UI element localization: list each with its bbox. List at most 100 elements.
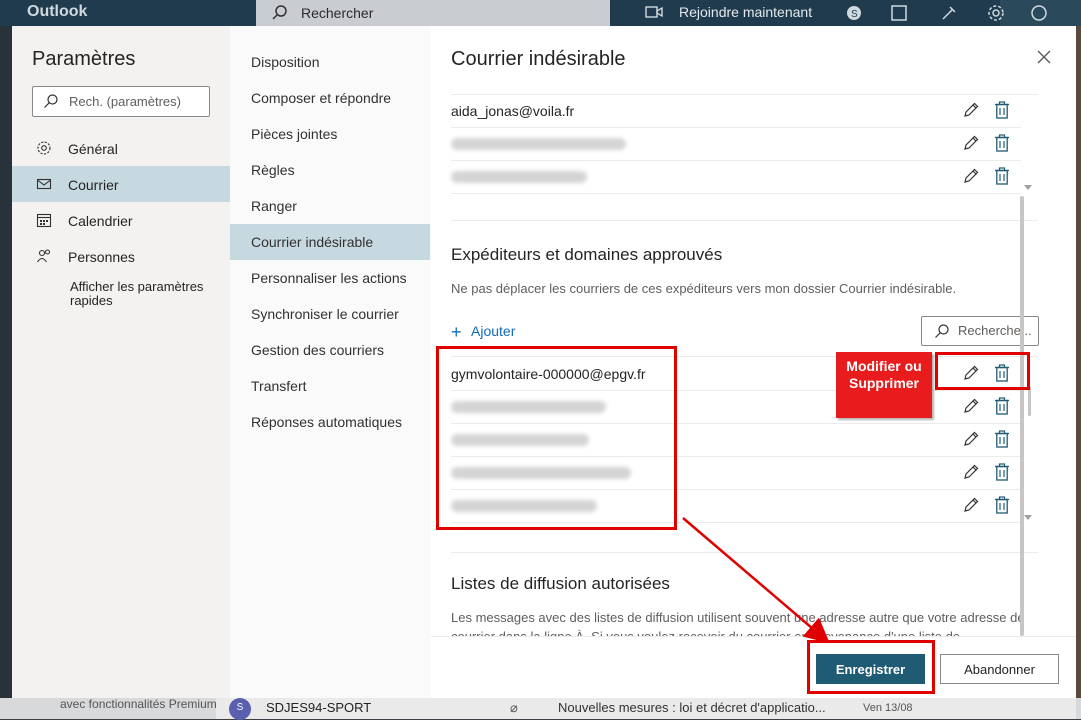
blocked-sender-row — [451, 161, 1021, 194]
approved-senders-title: Expéditeurs et domaines approuvés — [451, 245, 723, 264]
edit-pencil-icon[interactable] — [962, 397, 980, 415]
avatar: S — [229, 698, 251, 720]
trash-icon[interactable] — [994, 397, 1010, 415]
settings-nav-mail[interactable]: Courrier — [12, 166, 230, 202]
settings-nav-people[interactable]: Personnes — [12, 238, 230, 274]
attachment-icon: ⌀ — [510, 700, 518, 715]
office-icon[interactable] — [890, 4, 908, 22]
blurred-email — [451, 138, 626, 150]
background-right-strip — [1076, 26, 1081, 719]
mail-nav-label: Synchroniser le courrier — [251, 306, 399, 322]
footer-divider — [431, 636, 1076, 637]
trash-icon[interactable] — [994, 101, 1010, 119]
mail-nav-item[interactable]: Disposition — [230, 44, 430, 80]
mail-settings-nav: Disposition Composer et répondre Pièces … — [230, 26, 432, 698]
panel-scrollbar[interactable] — [1020, 196, 1024, 636]
app-name: Outlook — [27, 3, 88, 20]
settings-nav-label: Calendrier — [68, 213, 133, 229]
mail-nav-label: Pièces jointes — [251, 126, 338, 142]
trash-icon[interactable] — [994, 134, 1010, 152]
mail-nav-label: Transfert — [251, 378, 307, 394]
help-icon[interactable] — [1030, 4, 1048, 22]
divider — [451, 220, 1038, 221]
mail-nav-item[interactable]: Règles — [230, 152, 430, 188]
trash-icon[interactable] — [994, 167, 1010, 185]
blocked-sender-email: aida_jonas@voila.fr — [451, 103, 575, 119]
annotation-box-email-list — [436, 346, 677, 530]
blocked-sender-row: aida_jonas@voila.fr — [451, 95, 1021, 128]
trash-icon[interactable] — [994, 496, 1010, 514]
scroll-down-arrow[interactable] — [1024, 185, 1032, 190]
blurred-email — [451, 171, 587, 183]
mail-nav-item[interactable]: Ranger — [230, 188, 430, 224]
cancel-button[interactable]: Abandonner — [940, 654, 1059, 684]
edit-pencil-icon[interactable] — [962, 167, 980, 185]
mail-nav-item[interactable]: Synchroniser le courrier — [230, 296, 430, 332]
mail-sender: SDJES94-SPORT — [266, 700, 372, 715]
edit-pencil-icon[interactable] — [962, 101, 980, 119]
mail-nav-label: Gestion des courriers — [251, 342, 385, 358]
mail-nav-label: Réponses automatiques — [251, 414, 402, 430]
whats-new-icon[interactable] — [940, 4, 958, 22]
settings-search-placeholder: Rech. (paramètres) — [69, 94, 181, 109]
skype-icon[interactable]: S — [845, 4, 863, 22]
divider — [451, 552, 1038, 553]
annotation-box-actions — [935, 352, 1030, 390]
settings-gear-icon[interactable] — [987, 4, 1005, 22]
annotation-callout: Modifier ou Supprimer — [836, 352, 932, 418]
approved-senders-description: Ne pas déplacer les courriers de ces exp… — [451, 281, 957, 296]
edit-pencil-icon[interactable] — [962, 430, 980, 448]
settings-search-input[interactable]: Rech. (paramètres) — [32, 86, 210, 117]
mail-nav-item[interactable]: Composer et répondre — [230, 80, 430, 116]
join-now-button[interactable]: Rejoindre maintenant — [679, 4, 812, 20]
settings-categories-pane: Paramètres Rech. (paramètres) Général Co… — [12, 26, 230, 698]
search-icon — [44, 94, 58, 108]
mail-nav-item[interactable]: Personnaliser les actions — [230, 260, 430, 296]
settings-nav-label: Général — [68, 141, 118, 157]
background-mail-row[interactable]: S SDJES94-SPORT ⌀ Nouvelles mesures : lo… — [216, 698, 1076, 720]
calendar-icon — [36, 213, 52, 228]
trash-icon[interactable] — [994, 430, 1010, 448]
close-icon[interactable] — [1035, 48, 1053, 66]
blocked-sender-row — [451, 128, 1021, 161]
mail-subject: Nouvelles mesures : loi et décret d'appl… — [558, 700, 826, 715]
mail-nav-item-junk[interactable]: Courrier indésirable — [230, 224, 430, 260]
mail-nav-item[interactable]: Gestion des courriers — [230, 332, 430, 368]
mail-nav-label: Ranger — [251, 198, 297, 214]
list-scrollbar-thumb[interactable] — [1028, 386, 1031, 416]
mail-nav-label: Personnaliser les actions — [251, 270, 407, 286]
scroll-down-arrow[interactable] — [1024, 515, 1032, 520]
settings-nav-label: Courrier — [68, 177, 119, 193]
edit-pencil-icon[interactable] — [962, 496, 980, 514]
global-search-placeholder: Rechercher — [301, 5, 374, 21]
mail-nav-item[interactable]: Pièces jointes — [230, 116, 430, 152]
search-icon — [272, 5, 287, 20]
mailing-lists-description: Les messages avec des listes de diffusio… — [451, 610, 1025, 636]
mail-nav-item[interactable]: Transfert — [230, 368, 430, 404]
edit-pencil-icon[interactable] — [962, 134, 980, 152]
svg-text:S: S — [851, 9, 858, 20]
settings-nav-label: Personnes — [68, 249, 135, 265]
add-label: Ajouter — [471, 323, 516, 339]
mail-nav-item[interactable]: Réponses automatiques — [230, 404, 430, 440]
add-approved-sender-button[interactable]: + Ajouter — [451, 322, 515, 343]
mail-nav-label: Disposition — [251, 54, 320, 70]
mail-nav-label: Règles — [251, 162, 295, 178]
quick-settings-link[interactable]: Afficher les paramètres rapides — [70, 280, 210, 308]
settings-nav-calendar[interactable]: Calendrier — [12, 202, 230, 238]
gear-icon — [37, 141, 51, 155]
background-left-strip — [0, 26, 12, 719]
video-camera-icon — [645, 6, 663, 18]
edit-pencil-icon[interactable] — [962, 463, 980, 481]
annotation-box-save — [807, 640, 935, 694]
trash-icon[interactable] — [994, 463, 1010, 481]
mail-icon — [36, 178, 52, 190]
global-search-box[interactable]: Rechercher — [256, 0, 610, 26]
outlook-top-bar: Outlook Rechercher Rejoindre maintenant … — [0, 0, 1081, 26]
settings-nav-general[interactable]: Général — [12, 130, 230, 166]
mail-nav-label: Courrier indésirable — [251, 234, 374, 250]
mail-nav-label: Composer et répondre — [251, 90, 392, 106]
settings-title: Paramètres — [32, 48, 136, 70]
mailing-lists-title: Listes de diffusion autorisées — [451, 574, 670, 593]
search-icon — [935, 324, 949, 338]
